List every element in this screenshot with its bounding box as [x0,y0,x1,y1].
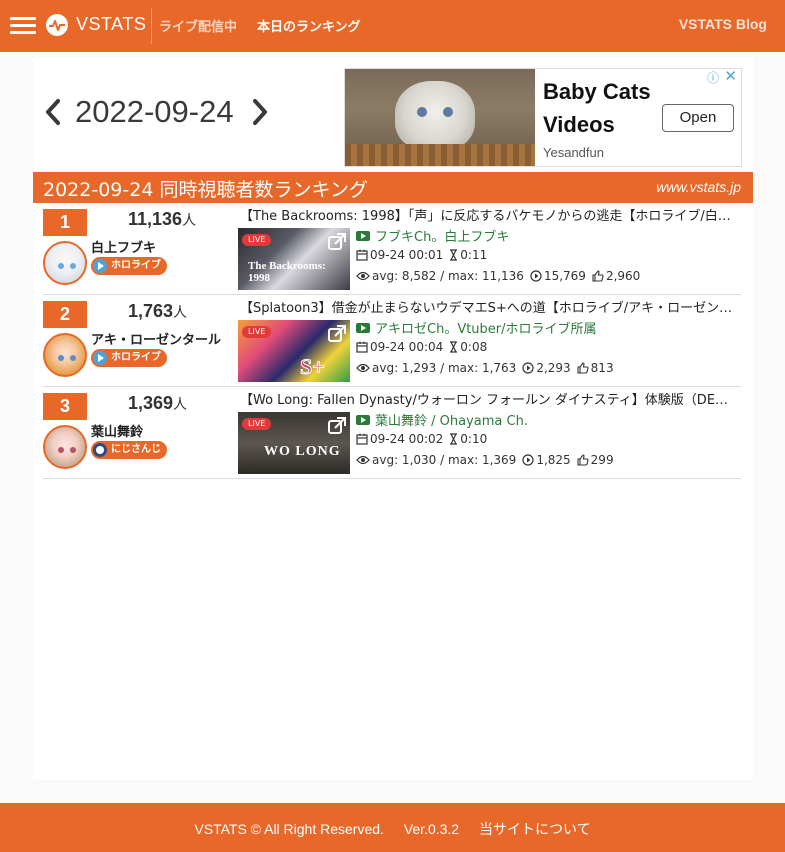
thumbs-up-icon [592,269,604,282]
peak-viewers: 1,763人 [128,301,188,321]
prev-date-chevron-left-icon[interactable] [43,98,67,126]
thumbnail-caption: The Backrooms: 1998 [248,260,326,284]
ad-open-button[interactable]: Open [662,104,734,132]
affiliation-badge[interactable]: ホロライブ [91,257,167,275]
ad-title: Baby Cats Videos [543,79,651,137]
video-title-link[interactable]: 【Wo Long: Fallen Dynasty/ウォーロン フォールン ダイナ… [240,389,734,408]
ranking-row: 3 1,369人 葉山舞鈴 にじさんじ 【Wo Long: Fallen Dyn… [43,387,741,479]
nav-live-streaming[interactable]: ライブ配信中 [159,16,237,35]
nav-daily-ranking[interactable]: 本日のランキング [257,16,361,35]
top-navbar: VSTATS ライブ配信中 本日のランキング VSTATS Blog [0,0,785,52]
rank-number: 1 [43,209,87,236]
play-circle-icon [93,351,107,365]
rank-number: 3 [43,393,87,420]
play-circle-icon [93,259,107,273]
youtube-icon [356,322,370,333]
ranking-row: 2 1,763人 アキ・ローゼンタール ホロライブ 【Splatoon3】借金が… [43,295,741,387]
site-url: www.vstats.jp [656,179,741,195]
external-link-icon[interactable] [327,232,347,252]
play-circle-icon [522,361,534,374]
next-date-chevron-right-icon[interactable] [250,98,274,126]
hourglass-icon [450,340,458,353]
streamer-name[interactable]: 白上フブキ [91,237,156,256]
channel-link[interactable]: アキロゼCh。Vtuber/ホロライブ所属 [356,318,597,337]
stream-stats: avg: 1,293 / max: 1,763 2,293 813 [356,361,614,375]
youtube-icon [356,414,370,425]
external-link-icon[interactable] [327,416,347,436]
thumbnail-caption: WO LONG [264,444,341,459]
thumbs-up-icon [577,361,589,374]
peak-viewers: 11,136人 [128,209,197,229]
current-date: 2022-09-24 [75,94,234,129]
nijisanji-logo-icon [93,443,107,457]
play-circle-icon [522,453,534,466]
stream-stats: avg: 1,030 / max: 1,369 1,825 299 [356,453,614,467]
thumbnail-caption: S+ [300,354,326,380]
youtube-icon [356,230,370,241]
affiliation-badge[interactable]: ホロライブ [91,349,167,367]
brand-link[interactable]: VSTATS [76,14,146,35]
channel-link[interactable]: 葉山舞鈴 / Ohayama Ch. [356,410,528,429]
brand-divider [151,8,152,44]
streamer-name[interactable]: アキ・ローゼンタール [91,329,221,348]
live-badge: LIVE [242,326,272,338]
play-circle-icon [530,269,542,282]
main-content: 2022-09-24 Baby Cats Videos Yesandfun Op… [33,58,753,780]
calendar-icon [356,249,368,261]
thumbs-up-icon [577,453,589,466]
footer-links: VSTATS © All Right Reserved. Ver.0.3.2 当… [0,819,785,839]
eye-icon [356,455,370,464]
stream-time-info: 09-24 00:02 0:10 [356,432,487,446]
rank-number: 2 [43,301,87,328]
advertisement-banner[interactable]: Baby Cats Videos Yesandfun Open ⓘ ✕ [344,68,742,167]
stream-time-info: 09-24 00:04 0:08 [356,340,487,354]
ad-close-icon[interactable]: ✕ [724,69,737,85]
avatar[interactable] [43,333,87,377]
stream-stats: avg: 8,582 / max: 11,136 15,769 2,960 [356,269,640,283]
ranking-title: 2022-09-24 同時視聴者数ランキング [43,179,368,201]
ad-info-icon[interactable]: ⓘ [707,69,719,86]
video-thumbnail[interactable]: LIVE The Backrooms: 1998 [238,228,350,290]
footer-version: Ver.0.3.2 [403,821,460,837]
menu-icon[interactable] [10,12,36,38]
video-title-link[interactable]: 【The Backrooms: 1998】「声」に反応するバケモノからの逃走【ホ… [240,205,734,224]
footer-about-link[interactable]: 当サイトについて [479,821,591,837]
hourglass-icon [450,432,458,445]
nav-blog-link[interactable]: VSTATS Blog [679,16,767,32]
external-link-icon[interactable] [327,324,347,344]
stream-time-info: 09-24 00:01 0:11 [356,248,487,262]
video-title-link[interactable]: 【Splatoon3】借金が止まらないウデマエS+への道【ホロライブ/アキ・ロー… [240,297,734,316]
avatar[interactable] [43,425,87,469]
affiliation-badge[interactable]: にじさんじ [91,441,167,459]
video-thumbnail[interactable]: LIVE S+ [238,320,350,382]
ranking-row: 1 11,136人 白上フブキ ホロライブ 【The Backrooms: 19… [43,203,741,295]
ranking-header: 2022-09-24 同時視聴者数ランキング www.vstats.jp [33,172,753,203]
peak-viewers: 1,369人 [128,393,188,413]
calendar-icon [356,433,368,445]
eye-icon [356,363,370,372]
hourglass-icon [450,248,458,261]
calendar-icon [356,341,368,353]
channel-link[interactable]: フブキCh。白上フブキ [356,226,509,245]
live-badge: LIVE [242,418,272,430]
footer: VSTATS © All Right Reserved. Ver.0.3.2 当… [0,803,785,852]
streamer-name[interactable]: 葉山舞鈴 [91,421,143,440]
ad-sponsor: Yesandfun [543,145,604,160]
ad-kitten-image [345,69,535,166]
footer-copyright: VSTATS © All Right Reserved. [194,821,384,837]
video-thumbnail[interactable]: LIVE WO LONG [238,412,350,474]
eye-icon [356,271,370,280]
vstats-logo-icon[interactable] [46,14,68,36]
live-badge: LIVE [242,234,272,246]
avatar[interactable] [43,241,87,285]
